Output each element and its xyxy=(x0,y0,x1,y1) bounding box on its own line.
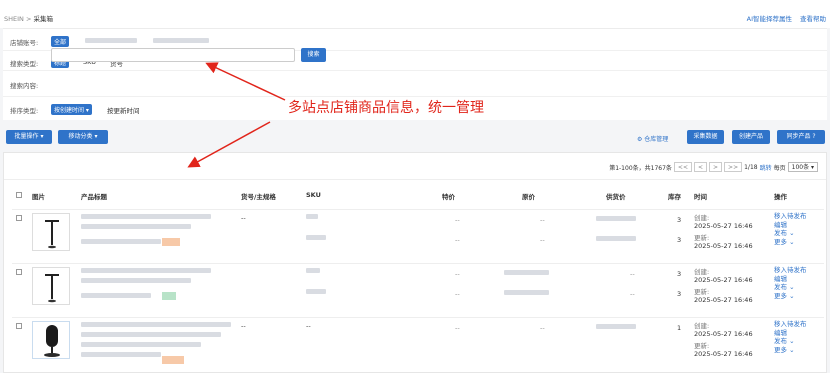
arrow-to-list xyxy=(187,121,271,168)
annotation-arrows xyxy=(187,62,286,168)
arrow-to-filter xyxy=(205,62,286,101)
annotation-text: 多站点店铺商品信息，统一管理 xyxy=(288,100,484,116)
